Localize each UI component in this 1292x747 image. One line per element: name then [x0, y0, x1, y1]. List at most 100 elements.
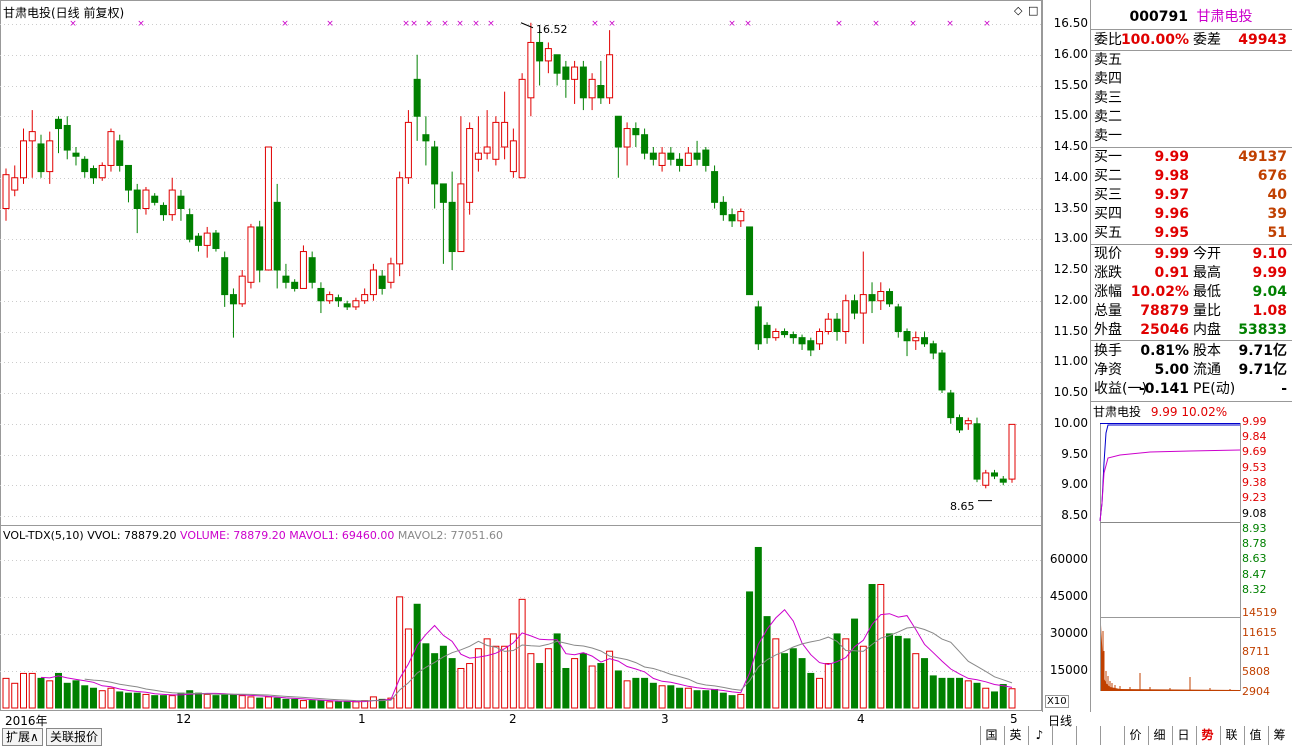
sell-level-row[interactable]: 卖三: [1091, 89, 1291, 108]
tab-related-quotes[interactable]: 关联报价: [46, 728, 103, 746]
fundamental-label: 流通: [1193, 362, 1221, 378]
toolbar-button[interactable]: 细: [1148, 726, 1170, 745]
toolbar-button[interactable]: [1052, 726, 1074, 745]
candle: [11, 165, 19, 197]
toolbar-button[interactable]: [1076, 726, 1098, 745]
sell-level-label: 卖四: [1094, 71, 1122, 87]
volume-bar: [938, 677, 946, 709]
volume-bar: [273, 697, 281, 709]
buy-level-row[interactable]: 买四 9.96 39: [1091, 205, 1291, 224]
volume-bar: [518, 598, 526, 709]
volume-bar: [763, 616, 771, 709]
mini-price-line: [1099, 424, 1240, 522]
diamond-icon[interactable]: ◇: [1014, 4, 1022, 17]
volume-bar: [807, 672, 815, 709]
square-icon[interactable]: □: [1028, 4, 1038, 17]
mini-price-tick: 9.23: [1242, 491, 1267, 504]
fundamental-label: PE(动): [1193, 381, 1236, 397]
quote-label: 内盘: [1193, 322, 1221, 338]
volume-bar: [623, 680, 631, 709]
volume-bar: [973, 682, 981, 709]
toolbar-button[interactable]: 筹: [1268, 726, 1290, 745]
buy-level-row[interactable]: 买二 9.98 676: [1091, 167, 1291, 186]
mini-price-tick: 9.53: [1242, 461, 1267, 474]
candle: [177, 190, 185, 221]
event-marker: ×: [835, 19, 843, 29]
quote-label: 涨跌: [1094, 265, 1122, 281]
mini-volume-tick: 14519: [1242, 606, 1277, 619]
volume-bar: [991, 691, 999, 709]
candle: [737, 208, 745, 227]
vol-unit: X10: [1045, 695, 1069, 708]
price-tick-label: 9.00: [1061, 477, 1088, 491]
buy-level-volume: 39: [1267, 206, 1287, 222]
candle: [711, 165, 719, 209]
high-marker: 16.52: [536, 23, 568, 36]
buy-level-row[interactable]: 买三 9.97 40: [1091, 186, 1291, 205]
sell-level-row[interactable]: 卖一: [1091, 127, 1291, 146]
fundamental-value: 9.71亿: [1238, 362, 1287, 378]
toolbar-button[interactable]: [1100, 726, 1122, 745]
candle: [483, 110, 491, 160]
toolbar-button[interactable]: 国: [980, 726, 1002, 745]
candle: [422, 116, 430, 166]
volume-bar: [396, 596, 404, 709]
candle: [947, 389, 955, 424]
candle: [238, 270, 246, 307]
date-tick-label: 5: [1010, 712, 1018, 726]
quote-label: 最低: [1193, 284, 1221, 300]
toolbar-button[interactable]: 英: [1004, 726, 1026, 745]
kline-chart[interactable]: × × × × × × × × × × × × × × × × × × × × 甘肃电投(日线 前复权) ◇ □ 16…: [0, 0, 1042, 712]
volume-bar: [641, 677, 649, 709]
volume-bar: [711, 688, 719, 709]
candle: [194, 233, 202, 252]
volume-bar: [824, 663, 832, 709]
date-tick-label: 12: [176, 712, 192, 726]
toolbar-button[interactable]: 联: [1220, 726, 1242, 745]
event-marker: ×: [472, 19, 480, 29]
tab-expand[interactable]: 扩展∧: [2, 728, 43, 746]
mini-price-tick: 8.78: [1242, 537, 1267, 550]
toolbar-button[interactable]: ♪: [1028, 726, 1050, 745]
candle: [824, 313, 832, 335]
candle: [404, 110, 412, 184]
volume-bar: [177, 692, 185, 709]
candle: [299, 245, 307, 289]
buy-level-volume: 40: [1267, 187, 1287, 203]
kline-svg[interactable]: × × × × × × × × × × × × × × × × × × × ×: [0, 0, 1042, 712]
mini-price-tick: 8.63: [1242, 552, 1267, 565]
weibi-label: 委比: [1094, 32, 1122, 48]
candle: [746, 226, 754, 296]
toolbar-button[interactable]: 势: [1196, 726, 1218, 745]
candle: [816, 328, 824, 350]
mini-pct: 10.02%: [1181, 405, 1228, 419]
volume-bar: [798, 658, 806, 709]
buy-level-row[interactable]: 买一 9.99 49137: [1091, 148, 1291, 167]
candle: [649, 147, 657, 166]
volume-bar: [299, 700, 307, 709]
buy-level-row[interactable]: 买五 9.95 51: [1091, 224, 1291, 243]
candle: [124, 164, 132, 203]
chart-title: 甘肃电投(日线 前复权): [3, 6, 125, 20]
volume-bar: [588, 665, 596, 709]
volume-bar: [194, 692, 202, 709]
sell-level-row[interactable]: 卖四: [1091, 70, 1291, 89]
volume-bar: [46, 680, 54, 709]
volume-bar: [667, 685, 675, 709]
buy-level-price: 9.99: [1154, 149, 1189, 165]
toolbar-button[interactable]: 价: [1124, 726, 1146, 745]
toolbar-button[interactable]: 日: [1172, 726, 1194, 745]
intraday-mini-chart[interactable]: 甘肃电投 9.99 10.02% 9.99 9.84 9.69 9.53 9.38 9.2…: [1090, 403, 1292, 712]
price-tick-label: 9.50: [1061, 447, 1088, 461]
candle: [693, 140, 701, 166]
toolbar-button[interactable]: 值: [1244, 726, 1266, 745]
mini-price-tick: 8.47: [1242, 568, 1267, 581]
volume-bar: [781, 653, 789, 709]
volume-bar: [63, 682, 71, 709]
mini-header: 甘肃电投 9.99 10.02%: [1093, 403, 1227, 420]
sell-level-row[interactable]: 卖二: [1091, 108, 1291, 127]
sell-level-row[interactable]: 卖五: [1091, 51, 1291, 70]
event-marker: ×: [487, 19, 495, 29]
candle: [912, 331, 920, 350]
quote-row: 总量 78879 量比 1.08: [1091, 302, 1291, 321]
